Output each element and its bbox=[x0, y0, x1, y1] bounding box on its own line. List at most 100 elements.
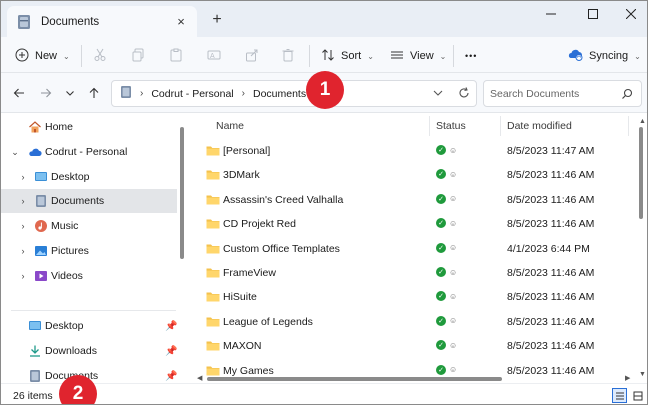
view-label: View bbox=[410, 50, 434, 62]
chevron-right-icon[interactable]: › bbox=[17, 221, 29, 231]
onedrive-sync-icon bbox=[567, 48, 583, 64]
address-bar[interactable]: › Codrut - Personal › Documents › bbox=[111, 80, 477, 107]
column-divider[interactable] bbox=[628, 116, 629, 136]
synced-check-icon: ✓ bbox=[436, 145, 446, 155]
file-row[interactable]: HiSuite ✓ ☺ 8/5/2023 11:46 AM bbox=[201, 285, 621, 309]
column-header-status[interactable]: Status bbox=[436, 114, 466, 138]
recent-locations-button[interactable] bbox=[62, 85, 78, 101]
chevron-right-icon[interactable]: › bbox=[17, 246, 29, 256]
breadcrumb-codrut-personal[interactable]: Codrut - Personal bbox=[151, 88, 233, 100]
synced-check-icon: ✓ bbox=[436, 315, 446, 326]
nav-item-documents[interactable]: › Documents bbox=[1, 189, 177, 213]
share-button[interactable] bbox=[245, 45, 259, 67]
address-tools bbox=[432, 86, 470, 103]
file-row[interactable]: [Personal] ✓ ☺ 8/5/2023 11:47 AM bbox=[201, 139, 621, 163]
file-name: CD Projekt Red bbox=[223, 218, 296, 231]
nav-item-home[interactable]: Home bbox=[1, 115, 177, 139]
file-name: 3DMark bbox=[223, 169, 260, 182]
scroll-down-arrow-icon[interactable]: ▼ bbox=[639, 371, 646, 378]
new-button[interactable]: New ⌄ bbox=[15, 45, 70, 67]
column-divider[interactable] bbox=[429, 116, 430, 136]
plus-circle-icon bbox=[15, 48, 29, 65]
sync-status: ✓ ☺ bbox=[436, 242, 457, 253]
maximize-button[interactable] bbox=[575, 1, 611, 27]
pin-icon[interactable]: 📌 bbox=[165, 321, 177, 332]
delete-button[interactable] bbox=[281, 45, 295, 67]
rename-button[interactable]: A bbox=[207, 45, 221, 67]
file-row[interactable]: Assassin's Creed Valhalla ✓ ☺ 8/5/2023 11:4… bbox=[201, 188, 621, 212]
chevron-down-icon: ⌄ bbox=[634, 51, 641, 61]
column-header-date-modified[interactable]: Date modified bbox=[507, 114, 572, 138]
back-button[interactable] bbox=[11, 85, 27, 101]
column-divider[interactable] bbox=[500, 116, 501, 136]
copy-button[interactable] bbox=[131, 45, 145, 67]
nav-item-pictures[interactable]: › Pictures bbox=[1, 239, 177, 263]
tab-documents[interactable]: Documents × bbox=[7, 6, 197, 37]
file-date-modified: 8/5/2023 11:46 AM bbox=[507, 315, 595, 328]
synced-check-icon: ✓ bbox=[436, 267, 446, 277]
new-label: New bbox=[35, 50, 58, 62]
search-input[interactable] bbox=[490, 87, 610, 100]
paste-button[interactable] bbox=[169, 45, 183, 67]
minimize-button[interactable] bbox=[533, 1, 569, 27]
scroll-right-arrow-icon[interactable]: ▶ bbox=[625, 374, 630, 382]
chevron-right-icon[interactable]: › bbox=[17, 271, 29, 281]
pin-icon[interactable]: 📌 bbox=[165, 346, 177, 357]
nav-item-codrut-personal[interactable]: ⌄ Codrut - Personal bbox=[1, 140, 177, 164]
file-row[interactable]: FrameView ✓ ☺ 8/5/2023 11:46 AM bbox=[201, 261, 621, 285]
cut-button[interactable] bbox=[93, 45, 107, 67]
annotation-badge-2: 2 bbox=[59, 375, 97, 404]
file-row[interactable]: MAXON ✓ ☺ 8/5/2023 11:46 AM bbox=[201, 334, 621, 358]
sync-status: ✓ ☺ bbox=[436, 364, 458, 375]
sync-status: ✓ ☺ bbox=[436, 193, 457, 204]
view-button[interactable]: View ⌄ bbox=[390, 45, 446, 67]
nav-item-label: Home bbox=[45, 121, 74, 133]
nav-scrollbar[interactable] bbox=[180, 127, 184, 259]
search-box[interactable] bbox=[483, 80, 642, 107]
new-tab-button[interactable]: + bbox=[207, 10, 227, 30]
up-button[interactable] bbox=[86, 85, 102, 101]
synced-check-icon: ✓ bbox=[436, 291, 446, 302]
chevron-right-icon[interactable]: › bbox=[17, 172, 29, 182]
quick-access-desktop[interactable]: Desktop 📌 bbox=[1, 314, 177, 338]
person-icon: ☺ bbox=[449, 365, 458, 375]
refresh-icon[interactable] bbox=[458, 86, 470, 103]
sort-button[interactable]: Sort ⌄ bbox=[321, 45, 374, 67]
file-name: FrameView bbox=[223, 267, 276, 279]
pin-icon[interactable]: 📌 bbox=[165, 371, 177, 382]
details-view-button[interactable] bbox=[612, 388, 627, 403]
search-icon[interactable] bbox=[621, 88, 633, 103]
synced-check-icon: ✓ bbox=[436, 364, 446, 375]
file-row[interactable]: League of Legends ✓ ☺ 8/5/2023 11:46 AM bbox=[201, 310, 621, 334]
tiles-view-button[interactable] bbox=[630, 388, 645, 403]
breadcrumb-documents[interactable]: Documents bbox=[253, 88, 306, 100]
scroll-up-arrow-icon[interactable]: ▲ bbox=[639, 118, 646, 125]
folder-icon bbox=[206, 218, 220, 229]
nav-item-music[interactable]: › Music bbox=[1, 214, 177, 238]
nav-item-label: Documents bbox=[51, 195, 105, 207]
vertical-scrollbar[interactable] bbox=[639, 127, 643, 219]
file-row[interactable]: Custom Office Templates ✓ ☺ 4/1/2023 6:44 P… bbox=[201, 237, 621, 261]
quick-access-downloads[interactable]: Downloads 📌 bbox=[1, 339, 177, 363]
title-bar: Documents × + bbox=[1, 1, 647, 37]
nav-item-videos[interactable]: › Videos bbox=[1, 264, 177, 288]
documents-icon bbox=[34, 194, 48, 208]
file-date-modified: 8/5/2023 11:46 AM bbox=[507, 267, 595, 279]
chevron-down-icon[interactable]: ⌄ bbox=[9, 147, 21, 158]
more-options-button[interactable]: ••• bbox=[465, 45, 477, 67]
chevron-right-icon[interactable]: › bbox=[17, 196, 29, 206]
folder-icon bbox=[206, 316, 220, 327]
home-icon bbox=[28, 120, 42, 134]
folder-icon bbox=[206, 291, 220, 302]
column-header-name[interactable]: Name bbox=[216, 114, 244, 138]
tab-close-icon[interactable]: × bbox=[173, 13, 189, 29]
sync-status-button[interactable]: Syncing ⌄ bbox=[567, 45, 641, 67]
file-row[interactable]: 3DMark ✓ ☺ 8/5/2023 11:46 AM bbox=[201, 163, 621, 187]
file-row[interactable]: CD Projekt Red ✓ ☺ 8/5/2023 11:46 AM bbox=[201, 212, 621, 236]
nav-item-desktop[interactable]: › Desktop bbox=[1, 165, 177, 189]
close-window-button[interactable] bbox=[613, 1, 647, 27]
address-dropdown-icon[interactable] bbox=[432, 86, 444, 103]
horizontal-scrollbar[interactable] bbox=[207, 377, 502, 381]
forward-button[interactable] bbox=[38, 85, 54, 101]
scroll-left-arrow-icon[interactable]: ◀ bbox=[197, 374, 202, 382]
